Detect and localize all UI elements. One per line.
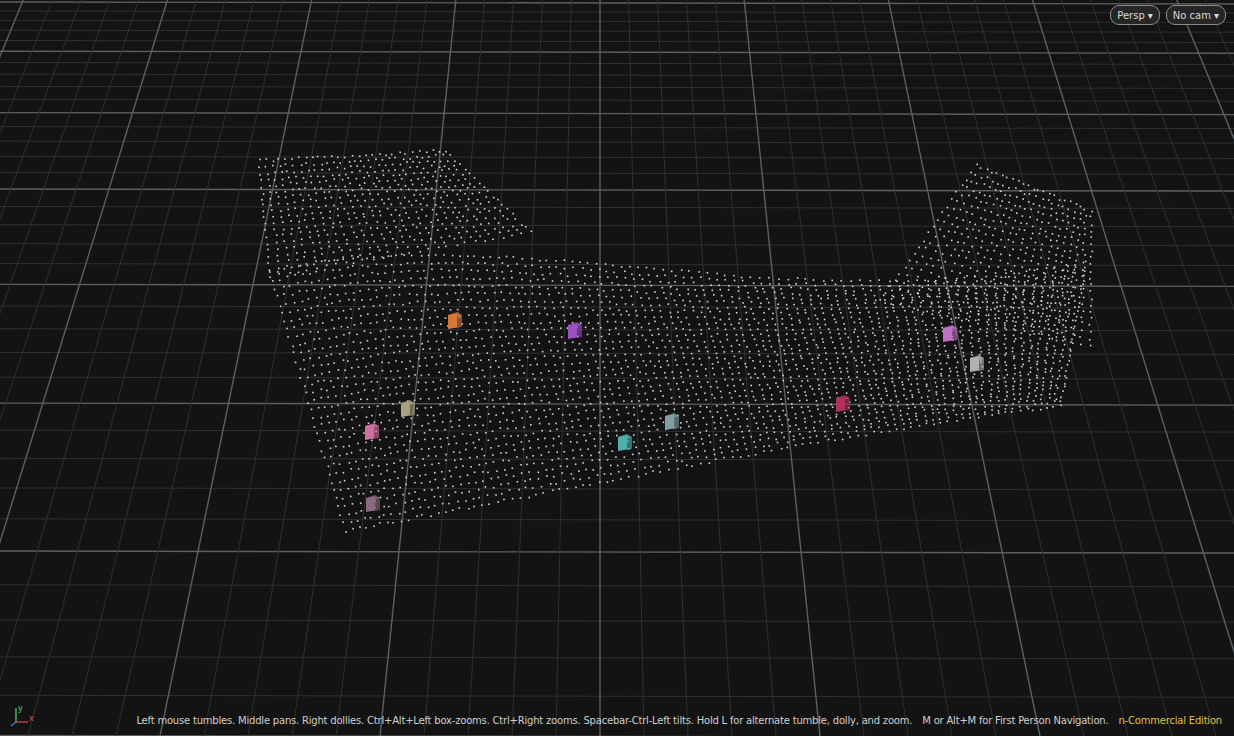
colored-cube[interactable] (943, 325, 957, 342)
svg-text:x: x (29, 714, 34, 723)
navigation-hint: M or Alt+M for First Person Navigation. (922, 715, 1108, 726)
colored-cube[interactable] (836, 395, 850, 412)
colored-cube[interactable] (365, 423, 379, 440)
colored-cube[interactable] (970, 355, 984, 372)
colored-cube[interactable] (618, 434, 632, 451)
colored-cube[interactable] (448, 312, 462, 329)
axis-gizmo-icon: yx (8, 702, 38, 728)
ground-grid (0, 0, 1234, 736)
status-bar: Left mouse tumbles. Middle pans. Right d… (0, 715, 1234, 726)
scene-canvas[interactable] (0, 0, 1234, 736)
colored-cube[interactable] (366, 495, 380, 512)
colored-cube[interactable] (568, 322, 582, 339)
camera-menu-button[interactable]: Persp▾ (1110, 5, 1160, 25)
colored-cube[interactable] (401, 400, 415, 417)
viewport-menus: Persp▾ No cam▾ (1110, 5, 1226, 25)
viewport[interactable]: Persp▾ No cam▾ yx Left mouse tumbles. Middl… (0, 0, 1234, 736)
colored-cube[interactable] (665, 413, 679, 430)
svg-text:y: y (18, 704, 23, 713)
camera-menu-button[interactable]: No cam▾ (1166, 5, 1226, 25)
navigation-hint: Left mouse tumbles. Middle pans. Right d… (136, 715, 912, 726)
license-label: n-Commercial Edition (1118, 715, 1222, 726)
point-cloud (258, 149, 1093, 533)
